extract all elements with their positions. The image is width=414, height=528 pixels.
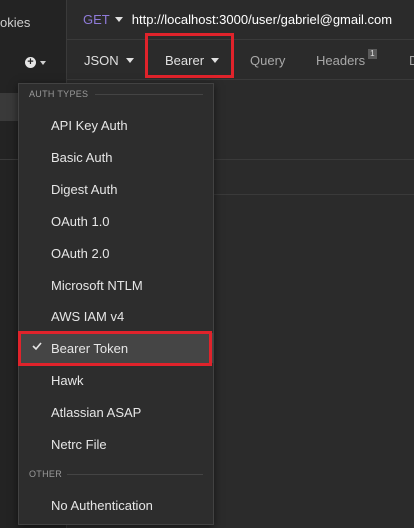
divider bbox=[67, 474, 203, 475]
tab-label: Query bbox=[250, 52, 286, 68]
menu-item-api-key-auth[interactable]: API Key Auth bbox=[19, 110, 213, 140]
tab-label: JSON bbox=[84, 52, 119, 68]
menu-item-oauth-1[interactable]: OAuth 1.0 bbox=[19, 206, 213, 236]
chevron-down-icon bbox=[125, 57, 134, 63]
tab-label: D bbox=[409, 52, 414, 68]
divider bbox=[0, 159, 20, 160]
tab-label: Headers bbox=[316, 52, 366, 68]
chevron-down-icon[interactable] bbox=[114, 17, 123, 22]
cookies-link[interactable]: okies bbox=[0, 15, 30, 30]
divider bbox=[95, 94, 203, 95]
divider bbox=[200, 159, 414, 160]
menu-item-basic-auth[interactable]: Basic Auth bbox=[19, 142, 213, 172]
menu-item-atlassian-asap[interactable]: Atlassian ASAP bbox=[19, 397, 213, 427]
section-auth-types: AUTH TYPES bbox=[29, 89, 89, 99]
chevron-down-icon bbox=[40, 60, 46, 65]
request-bar: GET http://localhost:3000/user/gabriel@g… bbox=[67, 0, 414, 40]
add-request-button[interactable]: + bbox=[25, 57, 46, 68]
plus-circle-icon: + bbox=[25, 57, 36, 68]
menu-item-netrc-file[interactable]: Netrc File bbox=[19, 429, 213, 459]
menu-item-no-authentication[interactable]: No Authentication bbox=[19, 490, 213, 520]
menu-item-hawk[interactable]: Hawk bbox=[19, 365, 213, 395]
tab-docs[interactable]: D bbox=[409, 40, 414, 80]
menu-item-oauth-2[interactable]: OAuth 2.0 bbox=[19, 238, 213, 268]
headers-count-badge: 1 bbox=[368, 49, 377, 59]
tab-query[interactable]: Query bbox=[250, 40, 285, 80]
divider bbox=[200, 194, 414, 195]
tab-body[interactable]: JSON bbox=[84, 40, 134, 80]
menu-item-aws-iam-v4[interactable]: AWS IAM v4 bbox=[19, 301, 213, 331]
request-tabs: JSON Bearer Query Headers 1 D bbox=[67, 40, 414, 80]
auth-type-dropdown: AUTH TYPES API Key Auth Basic Auth Diges… bbox=[18, 83, 214, 525]
bearer-token-highlight bbox=[18, 331, 212, 366]
menu-item-microsoft-ntlm[interactable]: Microsoft NTLM bbox=[19, 270, 213, 300]
tab-headers[interactable]: Headers 1 bbox=[316, 40, 377, 80]
menu-item-digest-auth[interactable]: Digest Auth bbox=[19, 174, 213, 204]
section-other: OTHER bbox=[29, 469, 62, 479]
url-input[interactable]: http://localhost:3000/user/gabriel@gmail… bbox=[132, 12, 392, 27]
bearer-tab-highlight bbox=[145, 33, 234, 78]
method-selector[interactable]: GET bbox=[83, 12, 110, 27]
